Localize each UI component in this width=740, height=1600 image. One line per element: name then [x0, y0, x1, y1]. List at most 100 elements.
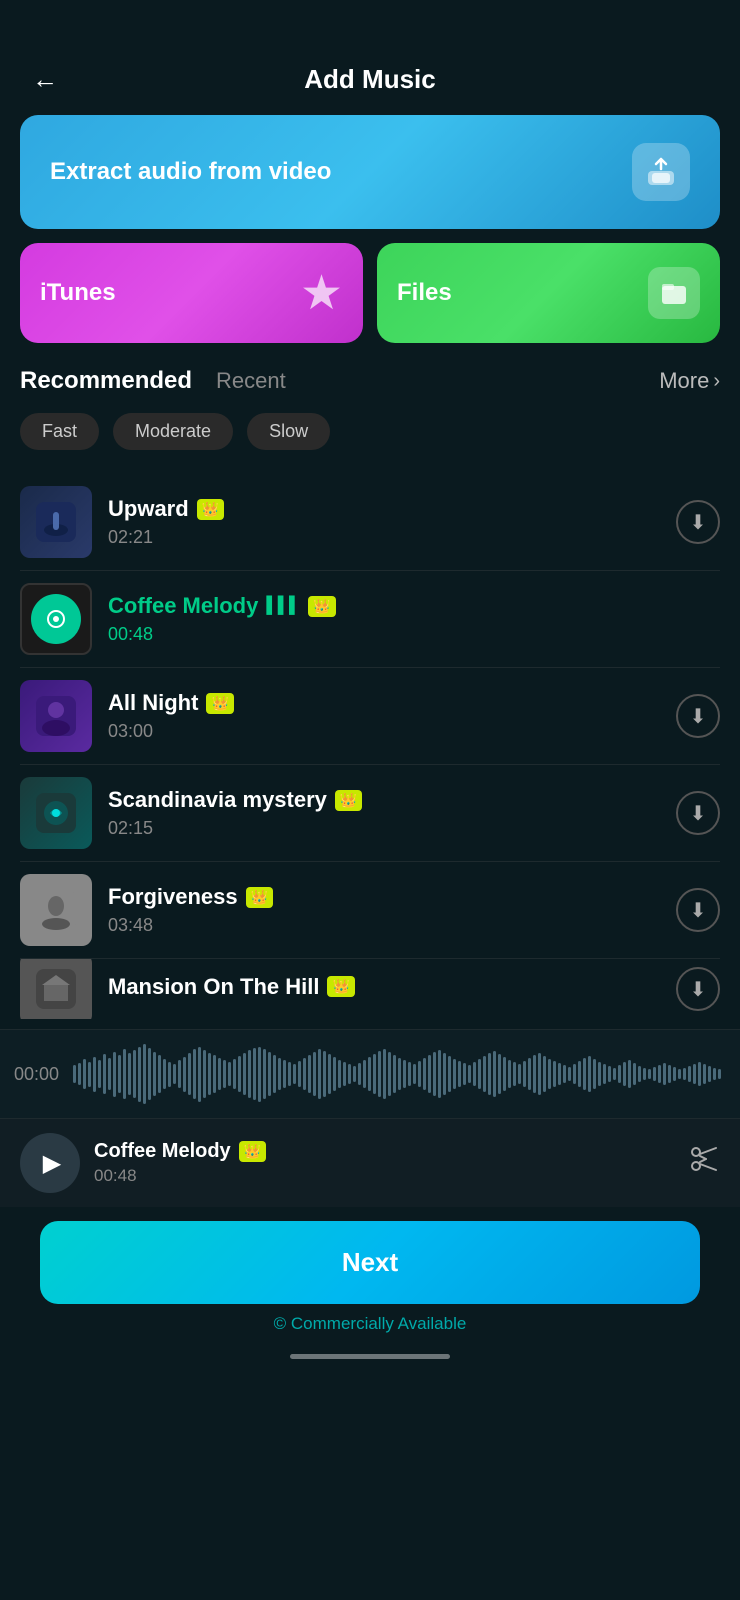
waveform-bar	[623, 1062, 626, 1086]
waveform-bar	[123, 1049, 126, 1099]
status-bar	[0, 0, 740, 50]
waveform-bar	[463, 1063, 466, 1085]
waveform-bar	[263, 1049, 266, 1099]
waveform-bar	[183, 1057, 186, 1092]
player-track-name: Coffee Melody	[94, 1140, 231, 1163]
trim-button[interactable]	[686, 1142, 720, 1184]
waveform-bar	[693, 1064, 696, 1084]
more-button[interactable]: More ›	[659, 368, 720, 394]
waveform-bar	[438, 1050, 441, 1098]
waveform-bar	[138, 1047, 141, 1102]
track-mansion[interactable]: Mansion On The Hill 👑 ⬇	[20, 959, 720, 1019]
waveform-bar	[603, 1064, 606, 1084]
track-duration-allnight: 03:00	[108, 721, 676, 742]
files-button[interactable]: Files	[377, 243, 720, 343]
waveform-bar	[468, 1065, 471, 1083]
thumb-forgiveness	[20, 874, 92, 946]
filter-moderate[interactable]: Moderate	[113, 413, 233, 450]
premium-icon-allnight: 👑	[206, 693, 233, 714]
waveform-bar	[288, 1062, 291, 1086]
waveform-bar	[313, 1052, 316, 1096]
premium-icon-upward: 👑	[197, 499, 224, 520]
download-scandinavia[interactable]: ⬇	[676, 791, 720, 835]
waveform-bar	[518, 1064, 521, 1084]
waveform-bar	[73, 1065, 76, 1083]
itunes-label: iTunes	[40, 279, 116, 307]
waveform-bar	[613, 1068, 616, 1080]
page-title: Add Music	[304, 64, 435, 95]
info-upward: Upward 👑 02:21	[108, 496, 676, 548]
playing-bars-icon: ▌▌▌	[266, 597, 300, 615]
download-icon-scandinavia: ⬇	[690, 801, 707, 826]
waveform-bar	[283, 1060, 286, 1088]
waveform-bar	[358, 1063, 361, 1085]
waveform-bar	[238, 1056, 241, 1092]
player-duration: 00:48	[94, 1166, 672, 1186]
itunes-button[interactable]: iTunes ★	[20, 243, 363, 343]
waveform-bar	[308, 1055, 311, 1093]
filter-fast[interactable]: Fast	[20, 413, 99, 450]
track-scandinavia[interactable]: Scandinavia mystery 👑 02:15 ⬇	[20, 765, 720, 862]
waveform-bar	[688, 1066, 691, 1082]
waveform-bar	[718, 1069, 721, 1079]
waveform-bar	[253, 1048, 256, 1100]
waveform-bar	[303, 1058, 306, 1090]
chevron-right-icon: ›	[713, 370, 720, 393]
track-all-night[interactable]: All Night 👑 03:00 ⬇	[20, 668, 720, 765]
home-indicator	[0, 1344, 740, 1367]
download-icon-mansion: ⬇	[690, 977, 707, 1002]
waveform-bar	[158, 1055, 161, 1093]
extract-audio-button[interactable]: Extract audio from video	[20, 115, 720, 229]
track-upward[interactable]: Upward 👑 02:21 ⬇	[20, 474, 720, 571]
track-coffee-melody[interactable]: Coffee Melody ▌▌▌ 👑 00:48	[20, 571, 720, 668]
waveform-bar	[448, 1056, 451, 1092]
waveform-bar	[363, 1060, 366, 1088]
files-label: Files	[397, 279, 452, 307]
waveform-bar	[163, 1059, 166, 1089]
more-label: More	[659, 368, 709, 394]
track-duration-scandinavia: 02:15	[108, 818, 676, 839]
waveform-bar	[88, 1062, 91, 1087]
waveform-bar	[83, 1059, 86, 1089]
next-button[interactable]: Next	[40, 1221, 700, 1304]
download-mansion[interactable]: ⬇	[676, 967, 720, 1011]
back-button[interactable]: ←	[24, 60, 66, 99]
waveform-bar	[698, 1062, 701, 1086]
waveform-bar	[553, 1061, 556, 1087]
waveform-bar	[328, 1054, 331, 1094]
waveform-bar	[453, 1059, 456, 1089]
waveform-bar	[528, 1058, 531, 1090]
track-name-allnight: All Night	[108, 690, 198, 716]
waveform-bar	[403, 1060, 406, 1088]
waveform-bar	[298, 1061, 301, 1087]
waveform-bar	[583, 1058, 586, 1090]
waveform-bar	[413, 1064, 416, 1084]
next-container: Next	[0, 1207, 740, 1304]
waveform-bar	[198, 1047, 201, 1102]
waveform-bar	[478, 1059, 481, 1089]
track-forgiveness[interactable]: Forgiveness 👑 03:48 ⬇	[20, 862, 720, 959]
waveform-bar	[293, 1064, 296, 1084]
waveform-bar	[593, 1059, 596, 1089]
tabs-row: Recommended Recent More ›	[20, 367, 720, 395]
waveform-bar	[323, 1051, 326, 1097]
premium-icon-mansion: 👑	[327, 976, 354, 997]
waveform-bar	[148, 1048, 151, 1100]
waveform-bar	[703, 1064, 706, 1084]
download-upward[interactable]: ⬇	[676, 500, 720, 544]
info-all-night: All Night 👑 03:00	[108, 690, 676, 742]
waveform-bar	[373, 1054, 376, 1094]
waveform-bars[interactable]	[73, 1044, 740, 1104]
waveform-bar	[223, 1060, 226, 1088]
play-button[interactable]: ▶	[20, 1133, 80, 1193]
tab-recommended[interactable]: Recommended	[20, 367, 192, 395]
waveform-bar	[268, 1052, 271, 1096]
tab-recent[interactable]: Recent	[216, 368, 286, 394]
download-allnight[interactable]: ⬇	[676, 694, 720, 738]
player-info: Coffee Melody 👑 00:48	[94, 1140, 672, 1186]
download-forgiveness[interactable]: ⬇	[676, 888, 720, 932]
filter-slow[interactable]: Slow	[247, 413, 330, 450]
track-duration-forgiveness: 03:48	[108, 915, 676, 936]
waveform-bar	[228, 1062, 231, 1086]
waveform-bar	[708, 1066, 711, 1082]
